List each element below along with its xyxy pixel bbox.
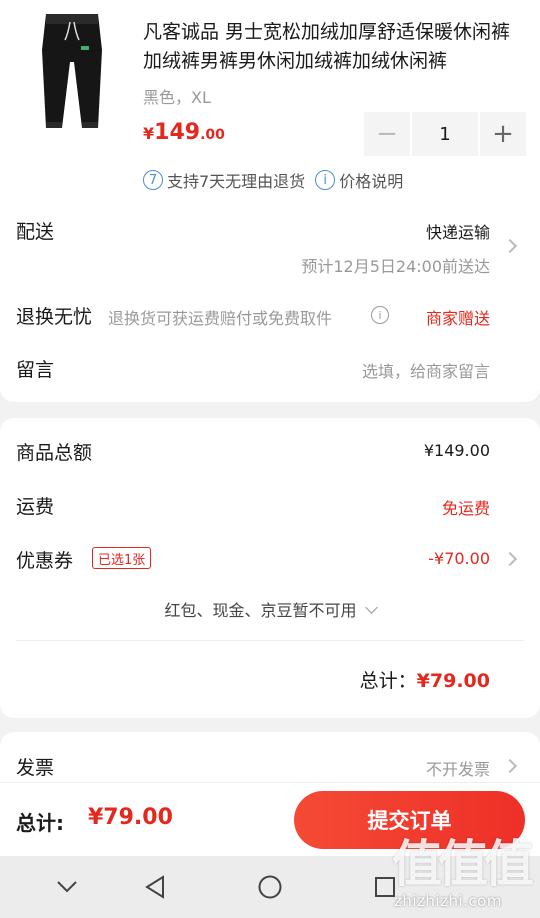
returns-description: 退换货可获运费赔付或免费取件 [108, 309, 333, 328]
bottom-total-label: 总计: [16, 811, 64, 835]
product-policies: 7 支持7天无理由退货 i 价格说明 [143, 168, 403, 192]
coupon-selected-badge: 已选1张 [92, 547, 152, 569]
coupon-label: 优惠券 [16, 550, 74, 572]
chevron-down-icon [364, 601, 378, 614]
product-title[interactable]: 凡客诚品 男士宽松加绒加厚舒适保暖休闲裤加绒裤男裤男休闲加绒裤加绒休闲裤 [143, 18, 528, 76]
returns-label: 退换无忧 [16, 306, 93, 328]
shipping-label: 运费 [16, 496, 55, 518]
delivery-eta: 预计12月5日24:00前送达 [301, 257, 490, 276]
price-decimal: .00 [200, 127, 225, 143]
quantity-value[interactable]: 1 [412, 112, 478, 156]
order-total-label: 总计： [359, 670, 417, 692]
message-input[interactable]: 选填，给商家留言 [362, 358, 490, 382]
returns-value: 商家赠送 [425, 309, 490, 328]
delivery-label: 配送 [16, 221, 55, 243]
quantity-stepper: − 1 + [364, 112, 526, 156]
price-integer: 149 [154, 120, 201, 145]
price-explanation-link[interactable]: 价格说明 [339, 168, 403, 192]
bottom-total-value: ¥79.00 [88, 805, 173, 830]
message-label: 留言 [16, 359, 55, 381]
watermark-url: zhizhizhi.com [394, 892, 502, 910]
unavailable-benefits[interactable]: 红包、现金、京豆暂不可用 [0, 597, 540, 621]
coupon-value[interactable]: -¥70.00 [428, 549, 490, 568]
goods-total-label: 商品总额 [16, 442, 93, 464]
product-image[interactable] [16, 10, 128, 132]
return-policy-text[interactable]: 支持7天无理由退货 [167, 168, 305, 192]
product-price: ¥149.00 [143, 120, 225, 145]
product-spec: 黑色，XL [143, 88, 211, 107]
increase-quantity-button[interactable]: + [480, 112, 526, 156]
unavailable-benefits-text: 红包、现金、京豆暂不可用 [164, 601, 357, 620]
order-total-value: ¥79.00 [416, 670, 490, 692]
price-currency: ¥ [143, 124, 155, 143]
watermark-logo: 值值值 zhizhizhi.com [392, 836, 534, 916]
back-icon[interactable] [140, 872, 170, 902]
goods-total-value: ¥149.00 [423, 441, 490, 460]
shipping-value: 免运费 [441, 499, 490, 518]
seven-day-return-icon: 7 [143, 170, 163, 190]
returns-info-icon[interactable]: i [371, 306, 389, 324]
invoice-label: 发票 [16, 757, 55, 779]
invoice-value[interactable]: 不开发票 [426, 756, 490, 780]
order-item-card: 凡客诚品 男士宽松加绒加厚舒适保暖休闲裤加绒裤男裤男休闲加绒裤加绒休闲裤 黑色，… [0, 0, 540, 402]
delivery-chevron-icon[interactable] [502, 238, 518, 254]
decrease-quantity-button[interactable]: − [364, 112, 410, 156]
black-sweatpants-image [42, 14, 102, 128]
order-total: 总计：¥79.00 [360, 666, 490, 693]
watermark-glyphs: 值值值 [392, 834, 534, 893]
hide-keyboard-icon[interactable] [52, 872, 82, 902]
info-icon: i [315, 170, 336, 190]
divider [16, 640, 524, 641]
delivery-method[interactable]: 快递运输 [426, 219, 490, 243]
home-icon[interactable] [255, 872, 285, 902]
